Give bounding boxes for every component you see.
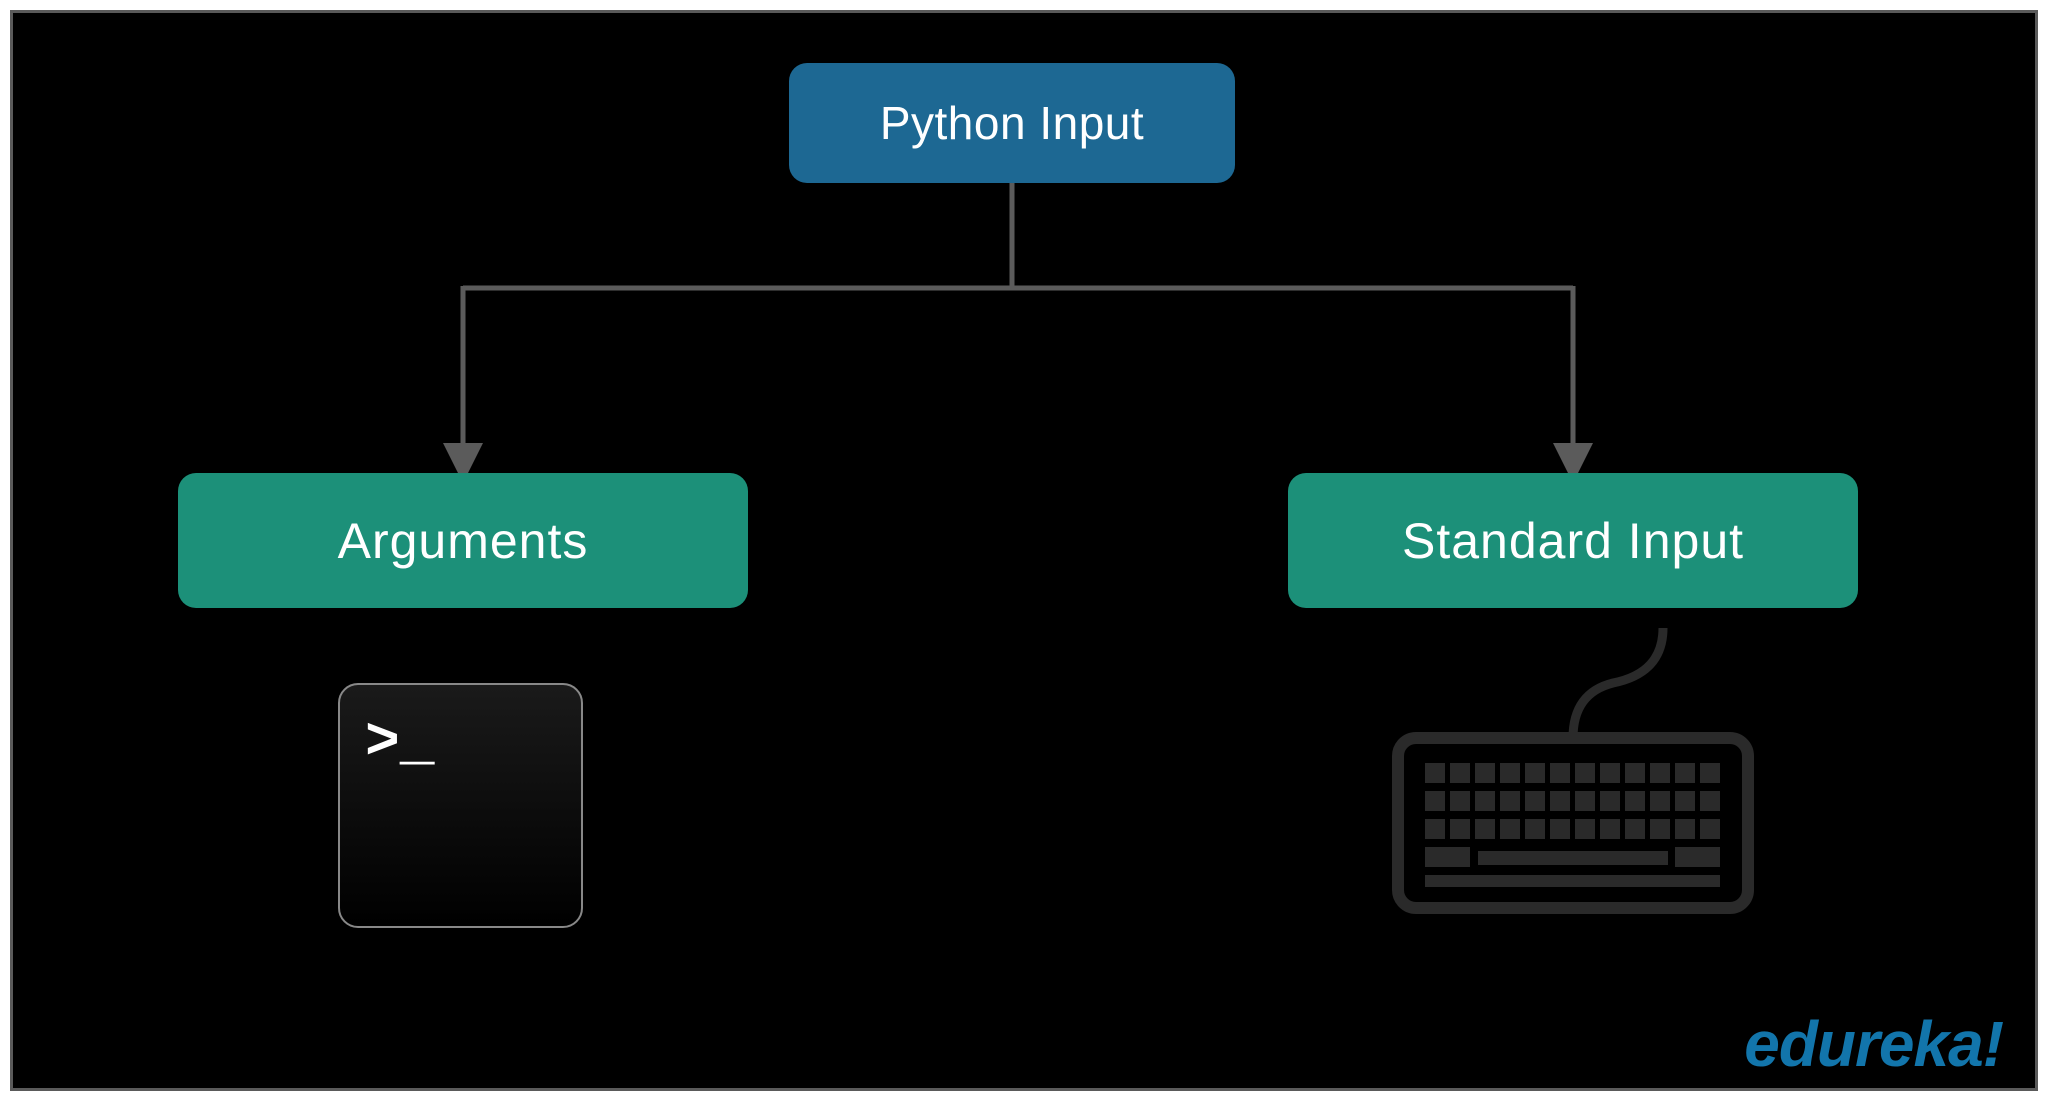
child-node-label: Standard Input	[1402, 512, 1744, 570]
terminal-icon: >_	[338, 683, 583, 928]
root-node-python-input: Python Input	[789, 63, 1235, 183]
root-node-label: Python Input	[880, 96, 1144, 150]
brand-logo: edureka!	[1744, 1007, 2003, 1081]
diagram-frame: Python Input Arguments Standard Input >_	[10, 10, 2038, 1091]
child-node-standard-input: Standard Input	[1288, 473, 1858, 608]
child-node-label: Arguments	[338, 512, 589, 570]
keyboard-icon	[1383, 613, 1763, 933]
child-node-arguments: Arguments	[178, 473, 748, 608]
connector-lines	[13, 183, 2048, 483]
terminal-prompt-text: >_	[365, 711, 435, 776]
